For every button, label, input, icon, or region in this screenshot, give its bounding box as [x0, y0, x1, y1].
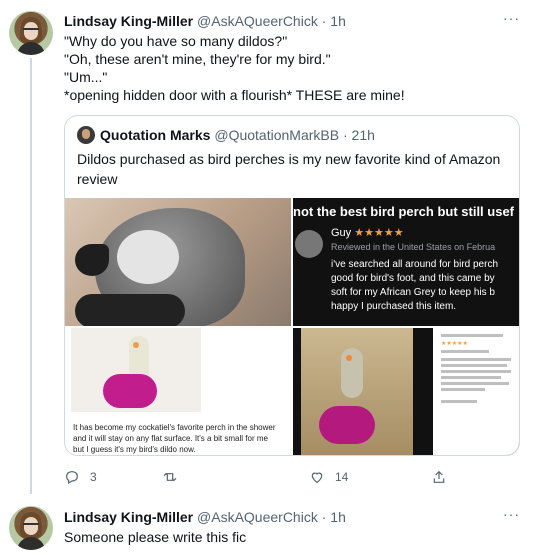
review-body-line: happy I purchased this item.	[331, 301, 457, 312]
timestamp[interactable]: 1h	[330, 13, 346, 29]
caption-line: It has become my cockatiel's favorite pe…	[73, 423, 276, 432]
rating-stars: ★★★★★	[354, 227, 404, 239]
cockatiel-shower-photo	[301, 328, 413, 455]
tweet-text: Someone please write this fic	[64, 529, 247, 545]
review-text-panel: ★★★★★	[433, 328, 519, 455]
cockatiel-caption-image[interactable]: It has become my cockatiel's favorite pe…	[65, 328, 291, 455]
quoted-author-name: Quotation Marks	[100, 127, 211, 143]
reply-count: 3	[90, 470, 97, 484]
tweet-text-line: "Oh, these aren't mine, they're for my b…	[64, 51, 331, 67]
tweet-text-line: "Um..."	[64, 69, 108, 85]
more-options-icon[interactable]: ···	[503, 10, 520, 26]
like-button[interactable]: 14	[309, 469, 348, 485]
retweet-button[interactable]	[162, 469, 188, 485]
avatar[interactable]	[9, 11, 53, 55]
quoted-timestamp: 21h	[351, 127, 375, 143]
author-handle[interactable]: @AskAQueerChick	[197, 13, 318, 29]
cockatiel-photo	[71, 328, 201, 412]
tweet-header: Lindsay King-Miller @AskAQueerChick · 1h	[64, 508, 346, 526]
author-name[interactable]: Lindsay King-Miller	[64, 509, 193, 525]
author-handle[interactable]: @AskAQueerChick	[197, 509, 318, 525]
quoted-author-handle: @QuotationMarkBB	[214, 127, 340, 143]
review-body-line: i've searched all around for bird perch	[331, 259, 499, 270]
separator-dot: ·	[321, 509, 327, 525]
reply-button[interactable]: 3	[64, 469, 97, 485]
quoted-header: Quotation Marks @QuotationMarkBB · 21h	[100, 127, 375, 143]
like-count: 14	[335, 470, 349, 484]
review-body-line: good for bird's foot, and this came by	[331, 273, 495, 284]
separator-dot: ·	[342, 127, 348, 143]
review-listing-image[interactable]: ★★★★★	[293, 328, 519, 455]
quoted-text: Dildos purchased as bird perches is my n…	[77, 151, 501, 187]
review-screenshot-image[interactable]: not the best bird perch but still usef G…	[293, 198, 519, 326]
author-name[interactable]: Lindsay King-Miller	[64, 13, 193, 29]
separator-dot: ·	[321, 13, 327, 29]
share-icon	[433, 470, 445, 483]
reply-icon	[66, 471, 78, 485]
tweet-text-line: *opening hidden door with a flourish* TH…	[64, 87, 405, 103]
reviewer-line: Guy ★★★★★	[331, 226, 404, 239]
review-date: Reviewed in the United States on Februa	[331, 242, 496, 252]
avatar[interactable]	[9, 506, 53, 550]
quoted-tweet-card[interactable]: Quotation Marks @QuotationMarkBB · 21h D…	[64, 115, 520, 456]
quoted-avatar	[77, 126, 95, 144]
more-options-icon[interactable]: ···	[503, 506, 520, 522]
reviewer-avatar	[295, 230, 323, 258]
caption-line: but I guess it's my bird's dildo now.	[73, 445, 196, 454]
tweet-main[interactable]: Lindsay King-Miller @AskAQueerChick · 1h…	[0, 0, 540, 500]
review-headline: not the best bird perch but still usef	[293, 204, 515, 219]
image-caption: It has become my cockatiel's favorite pe…	[73, 422, 276, 455]
tweet-text-line: "Why do you have so many dildos?"	[64, 33, 288, 49]
retweet-icon	[163, 472, 177, 482]
parrot-photo[interactable]	[65, 198, 291, 326]
review-body: i've searched all around for bird perch …	[331, 258, 498, 314]
tweet-text: "Why do you have so many dildos?" "Oh, t…	[64, 32, 405, 104]
tweet-header: Lindsay King-Miller @AskAQueerChick · 1h	[64, 12, 346, 30]
heart-icon	[311, 472, 323, 484]
caption-line: and it will stay on any flat surface. It…	[73, 434, 268, 443]
reviewer-name: Guy	[331, 227, 352, 239]
share-button[interactable]	[431, 469, 447, 485]
review-body-line: soft for my African Grey to keep his b	[331, 287, 495, 298]
timestamp[interactable]: 1h	[330, 509, 346, 525]
tweet-actions: 3 14	[64, 469, 464, 485]
